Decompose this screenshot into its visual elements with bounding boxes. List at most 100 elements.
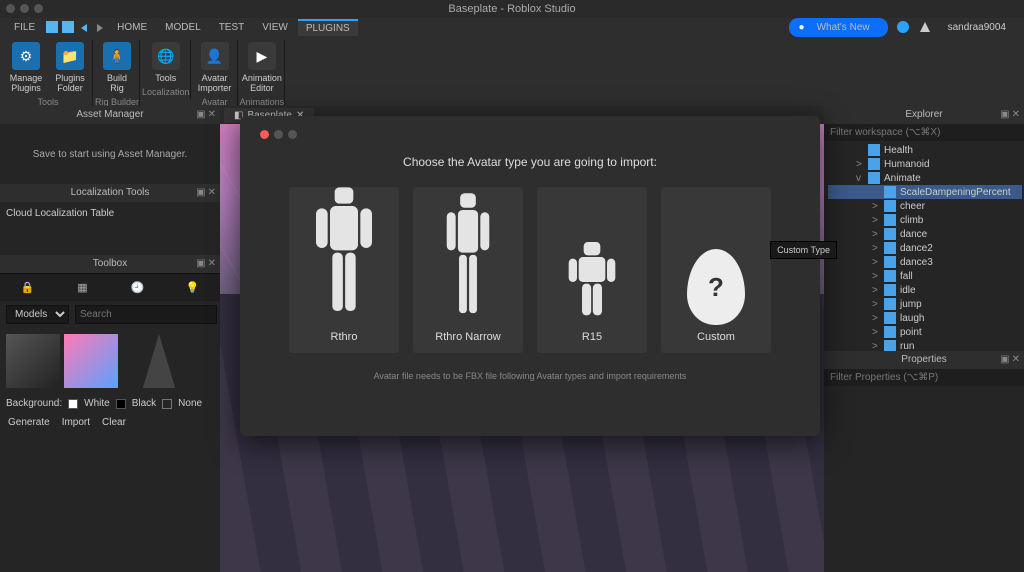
expander-icon[interactable]: > bbox=[872, 271, 880, 282]
dialog-max-dot[interactable] bbox=[288, 130, 297, 139]
ribbon-build-rig[interactable]: 🧍Build Rig bbox=[95, 40, 139, 95]
toolbox-category-select[interactable]: Models bbox=[6, 305, 69, 324]
menu-home[interactable]: HOME bbox=[109, 20, 155, 35]
menu-plugins[interactable]: PLUGINS bbox=[298, 19, 358, 36]
whats-new-label: What's New bbox=[809, 20, 878, 35]
tree-label: point bbox=[900, 327, 922, 338]
toolbox-search-input[interactable] bbox=[75, 305, 217, 324]
toolbox-tab-inventory[interactable]: ▦ bbox=[63, 281, 103, 294]
ribbon-tools[interactable]: 🌐Tools bbox=[144, 40, 188, 85]
expander-icon[interactable]: v bbox=[856, 173, 864, 184]
tree-label: dance2 bbox=[900, 243, 933, 254]
traffic-lights[interactable] bbox=[6, 4, 43, 13]
egg-icon: ? bbox=[687, 249, 745, 325]
bg-swatch-none[interactable] bbox=[162, 399, 172, 409]
bg-black[interactable]: Black bbox=[132, 398, 156, 409]
tree-row[interactable]: >run bbox=[828, 339, 1022, 351]
bg-white[interactable]: White bbox=[84, 398, 110, 409]
tree-row[interactable]: > point bbox=[828, 325, 1022, 339]
explorer-filter[interactable]: Filter workspace (⌥⌘X) bbox=[824, 124, 1024, 141]
undock-icon[interactable]: ▣ bbox=[196, 106, 205, 124]
expander-icon[interactable]: > bbox=[872, 243, 880, 254]
close-icon[interactable]: ✕ bbox=[208, 184, 216, 202]
expander-icon[interactable]: > bbox=[872, 285, 880, 296]
tree-row[interactable]: vAnimate bbox=[828, 171, 1022, 185]
dialog-close-dot[interactable] bbox=[260, 130, 269, 139]
toolbox-tabs: 🔒 ▦ 🕘 💡 bbox=[0, 273, 220, 301]
expander-icon[interactable]: > bbox=[872, 341, 880, 352]
close-icon[interactable]: ✕ bbox=[1012, 351, 1020, 369]
avatar-option-label: Rthro Narrow bbox=[417, 331, 519, 343]
tree-row[interactable]: >climb bbox=[828, 213, 1022, 227]
bg-swatch-black[interactable] bbox=[116, 399, 126, 409]
close-icon[interactable]: ✕ bbox=[208, 255, 216, 273]
save-icon[interactable] bbox=[45, 20, 59, 34]
toolbox-tab-creations[interactable]: 💡 bbox=[173, 281, 213, 294]
ribbon-label: Manage Plugins bbox=[10, 73, 43, 93]
redo-icon[interactable] bbox=[93, 20, 107, 34]
tree-row[interactable]: > dance2 bbox=[828, 241, 1022, 255]
collab-icon[interactable] bbox=[896, 20, 910, 34]
undock-icon[interactable]: ▣ bbox=[196, 255, 205, 273]
bg-swatch-white[interactable] bbox=[68, 399, 78, 409]
menu-test[interactable]: TEST bbox=[211, 20, 253, 35]
close-icon[interactable]: ✕ bbox=[208, 106, 216, 124]
avatar-option-r15[interactable]: R15 bbox=[537, 187, 647, 353]
tree-row[interactable]: >dance3 bbox=[828, 255, 1022, 269]
undock-icon[interactable]: ▣ bbox=[196, 184, 205, 202]
tree-row[interactable]: >dance bbox=[828, 227, 1022, 241]
expander-icon[interactable]: > bbox=[872, 313, 880, 324]
toolbox-tab-recent[interactable]: 🕘 bbox=[118, 281, 158, 294]
dialog-min-dot[interactable] bbox=[274, 130, 283, 139]
tree-row[interactable]: >Humanoid bbox=[828, 157, 1022, 171]
undock-icon[interactable]: ▣ bbox=[1000, 351, 1009, 369]
expander-icon[interactable]: > bbox=[872, 215, 880, 226]
expander-icon[interactable]: > bbox=[872, 201, 880, 212]
expander-icon[interactable]: > bbox=[872, 299, 880, 310]
bg-none[interactable]: None bbox=[178, 398, 202, 409]
clear-button[interactable]: Clear bbox=[102, 417, 126, 428]
ribbon-avatar-importer[interactable]: 👤Avatar Importer bbox=[193, 40, 237, 95]
expander-icon[interactable]: > bbox=[856, 159, 864, 170]
avatar-option-rthro-narrow[interactable]: Rthro Narrow bbox=[413, 187, 523, 353]
toolbox-item[interactable] bbox=[6, 334, 60, 388]
toolbox-title: Toolbox ▣✕ bbox=[0, 255, 220, 273]
avatar-option-rthro[interactable]: Rthro bbox=[289, 187, 399, 353]
explorer-tree[interactable]: Health>HumanoidvAnimateScaleDampeningPer… bbox=[824, 141, 1024, 351]
toolbox-item[interactable] bbox=[64, 334, 118, 388]
max-dot[interactable] bbox=[34, 4, 43, 13]
avatar-option-custom[interactable]: ? Custom Custom Type bbox=[661, 187, 771, 353]
expander-icon[interactable]: > bbox=[872, 257, 880, 268]
menu-file[interactable]: FILE bbox=[6, 20, 43, 35]
tree-row[interactable]: >cheer bbox=[828, 199, 1022, 213]
expander-icon[interactable]: > bbox=[872, 327, 880, 338]
expander-icon[interactable]: > bbox=[872, 229, 880, 240]
generate-button[interactable]: Generate bbox=[8, 417, 50, 428]
toolbox-item[interactable] bbox=[132, 334, 186, 388]
min-dot[interactable] bbox=[20, 4, 29, 13]
tree-row[interactable]: >jump bbox=[828, 297, 1022, 311]
undo-icon[interactable] bbox=[77, 20, 91, 34]
close-icon[interactable]: ✕ bbox=[1012, 106, 1020, 124]
tree-row[interactable]: >idle bbox=[828, 283, 1022, 297]
import-button[interactable]: Import bbox=[62, 417, 90, 428]
properties-filter[interactable]: Filter Properties (⌥⌘P) bbox=[824, 369, 1024, 386]
menu-view[interactable]: VIEW bbox=[254, 20, 296, 35]
close-dot[interactable] bbox=[6, 4, 15, 13]
saveall-icon[interactable] bbox=[61, 20, 75, 34]
tree-row[interactable]: Health bbox=[828, 143, 1022, 157]
ribbon-plugins-folder[interactable]: 📁Plugins Folder bbox=[48, 40, 92, 95]
tree-row[interactable]: >fall bbox=[828, 269, 1022, 283]
share-icon[interactable] bbox=[918, 20, 932, 34]
undock-icon[interactable]: ▣ bbox=[1000, 106, 1009, 124]
whats-new-button[interactable]: ● What's New bbox=[789, 18, 888, 37]
ribbon-animation-editor[interactable]: ▶Animation Editor bbox=[240, 40, 284, 95]
dialog-traffic[interactable] bbox=[260, 130, 800, 139]
username-label[interactable]: sandraa9004 bbox=[940, 20, 1014, 35]
localization-item[interactable]: Cloud Localization Table bbox=[6, 208, 114, 219]
toolbox-tab-marketplace[interactable]: 🔒 bbox=[8, 281, 48, 294]
tree-row[interactable]: >laugh bbox=[828, 311, 1022, 325]
menu-model[interactable]: MODEL bbox=[157, 20, 209, 35]
ribbon-manage-plugins[interactable]: ⚙Manage Plugins bbox=[4, 40, 48, 95]
tree-row[interactable]: ScaleDampeningPercent bbox=[828, 185, 1022, 199]
